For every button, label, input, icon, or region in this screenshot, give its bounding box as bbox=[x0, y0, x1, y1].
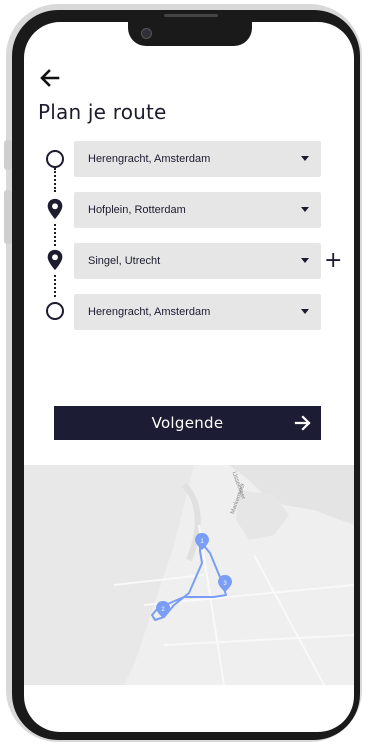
next-button-label: Volgende bbox=[151, 414, 224, 432]
phone-side-button bbox=[4, 190, 12, 244]
route-stop-select[interactable]: Hofplein, Rotterdam bbox=[74, 192, 321, 228]
route-stop-label: Hofplein, Rotterdam bbox=[88, 204, 186, 216]
add-stop-button[interactable]: + bbox=[324, 250, 342, 272]
chevron-down-icon bbox=[301, 207, 309, 212]
camera-icon bbox=[141, 28, 152, 39]
chevron-down-icon bbox=[301, 156, 309, 161]
chevron-down-icon bbox=[301, 258, 309, 263]
page-title: Plan je route bbox=[38, 100, 167, 124]
phone-volume-button bbox=[4, 140, 12, 170]
route-connector bbox=[54, 275, 58, 297]
start-circle-icon bbox=[46, 150, 64, 168]
end-circle-icon bbox=[46, 302, 64, 320]
map-canvas: 1 3 2 bbox=[24, 465, 354, 685]
route-stop-select[interactable]: Herengracht, Amsterdam bbox=[74, 141, 321, 177]
route-map[interactable]: 1 3 2 IJsselmeer Markermeer bbox=[24, 465, 354, 685]
route-stop-select[interactable]: Herengracht, Amsterdam bbox=[74, 294, 321, 330]
speaker-grille bbox=[164, 14, 218, 17]
route-stop-label: Herengracht, Amsterdam bbox=[88, 306, 211, 318]
route-stop-label: Singel, Utrecht bbox=[88, 255, 161, 267]
route-connector bbox=[54, 224, 58, 246]
location-pin-icon bbox=[47, 249, 63, 271]
location-pin-icon bbox=[47, 198, 63, 220]
route-connector bbox=[54, 168, 58, 192]
route-stop-select[interactable]: Singel, Utrecht bbox=[74, 243, 321, 279]
arrow-right-icon bbox=[294, 415, 311, 431]
back-arrow-icon[interactable] bbox=[38, 66, 62, 90]
route-stop-label: Herengracht, Amsterdam bbox=[88, 153, 211, 165]
next-button[interactable]: Volgende bbox=[54, 406, 321, 440]
chevron-down-icon bbox=[301, 309, 309, 314]
